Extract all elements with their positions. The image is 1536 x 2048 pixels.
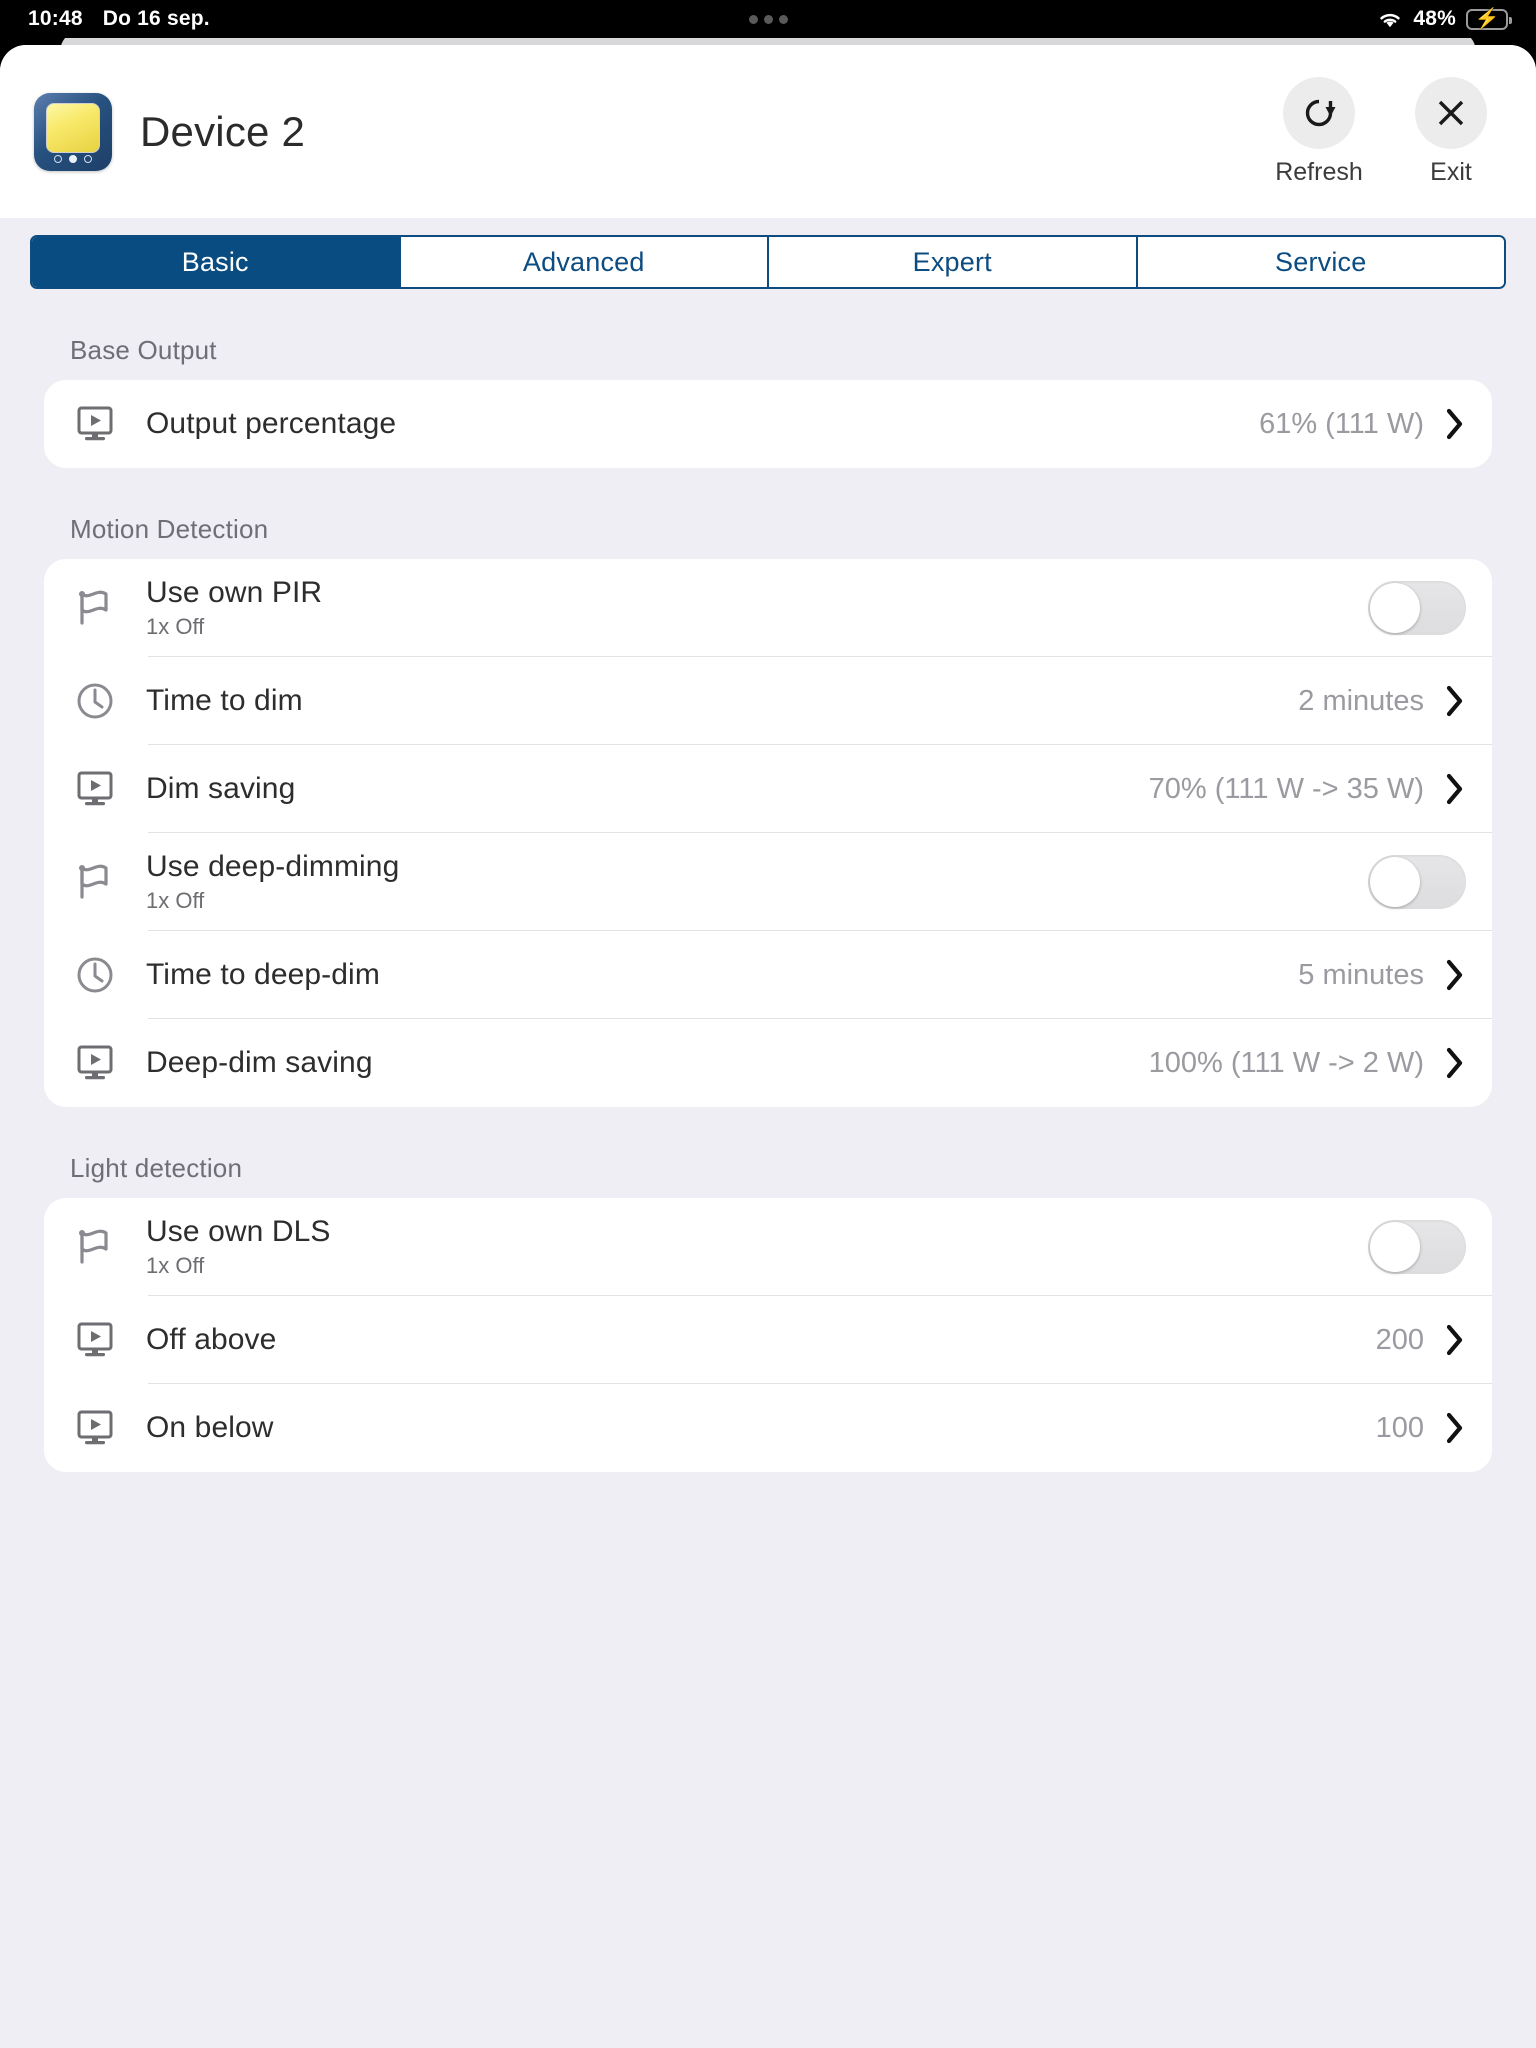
tab-advanced[interactable]: Advanced bbox=[400, 237, 769, 287]
row-value: 70% (111 W -> 35 W) bbox=[1148, 772, 1424, 805]
chevron-right-icon bbox=[1444, 772, 1466, 806]
chevron-right-icon bbox=[1444, 684, 1466, 718]
row-label: Dim saving bbox=[146, 772, 296, 805]
battery-charging-icon: ⚡ bbox=[1466, 8, 1512, 30]
row-label: Off above bbox=[146, 1323, 277, 1356]
settings-row[interactable]: Time to dim 2 minutes bbox=[44, 657, 1492, 745]
dynamic-island-dots-icon bbox=[748, 14, 788, 24]
flag-icon bbox=[74, 861, 146, 903]
row-subtitle: 1x Off bbox=[146, 1253, 205, 1278]
settings-row[interactable]: Use own PIR 1x Off bbox=[44, 559, 1492, 657]
row-label: Output percentage bbox=[146, 407, 397, 440]
row-label: On below bbox=[146, 1411, 274, 1444]
settings-card: Use own PIR 1x Off Time to dim 2 minutes Dim… bbox=[44, 559, 1492, 1107]
row-label: Deep-dim saving bbox=[146, 1046, 373, 1079]
settings-row[interactable]: Time to deep-dim 5 minutes bbox=[44, 931, 1492, 1019]
section-title: Motion Detection bbox=[70, 514, 269, 544]
monitor-play-icon bbox=[74, 1320, 146, 1360]
chevron-right-icon bbox=[1444, 1411, 1466, 1445]
wifi-icon bbox=[1377, 10, 1403, 29]
chevron-right-icon bbox=[1444, 407, 1466, 441]
row-value: 2 minutes bbox=[1298, 684, 1424, 717]
close-icon bbox=[1415, 76, 1487, 149]
clock-icon bbox=[74, 680, 146, 722]
settings-content: Base Output Output percentage 61% (111 W) M… bbox=[0, 335, 1536, 1472]
monitor-play-icon bbox=[74, 1043, 146, 1083]
status-bar: 10:48 Do 16 sep. 48% ⚡ bbox=[0, 0, 1536, 38]
page-title: Device 2 bbox=[140, 107, 306, 155]
row-label: Use own DLS bbox=[146, 1215, 331, 1248]
refresh-label: Refresh bbox=[1275, 157, 1363, 186]
row-value: 200 bbox=[1375, 1323, 1424, 1356]
monitor-play-icon bbox=[74, 1408, 146, 1448]
row-value: 61% (111 W) bbox=[1259, 407, 1424, 440]
section-title: Base Output bbox=[70, 335, 217, 365]
row-text: On below bbox=[146, 1411, 1376, 1445]
row-value: 100 bbox=[1375, 1411, 1424, 1444]
refresh-icon bbox=[1283, 76, 1355, 149]
settings-row[interactable]: Deep-dim saving 100% (111 W -> 2 W) bbox=[44, 1019, 1492, 1107]
row-value: 100% (111 W -> 2 W) bbox=[1148, 1046, 1424, 1079]
row-label: Time to dim bbox=[146, 684, 303, 717]
battery-percent-label: 48% bbox=[1413, 7, 1456, 30]
device-tile-icon bbox=[34, 92, 112, 171]
row-subtitle: 1x Off bbox=[146, 614, 205, 639]
chevron-right-icon bbox=[1444, 958, 1466, 992]
settings-row[interactable]: Use own DLS 1x Off bbox=[44, 1198, 1492, 1296]
app-header: Device 2 Refresh Exit bbox=[0, 45, 1536, 218]
row-text: Off above bbox=[146, 1323, 1376, 1357]
flag-icon bbox=[74, 1226, 146, 1268]
chevron-right-icon bbox=[1444, 1046, 1466, 1080]
row-text: Time to deep-dim bbox=[146, 958, 1298, 992]
toggle-switch[interactable] bbox=[1368, 581, 1466, 635]
row-value: 5 minutes bbox=[1298, 958, 1424, 991]
row-label: Use deep-dimming bbox=[146, 850, 400, 883]
section-title: Light detection bbox=[70, 1153, 243, 1183]
toggle-switch[interactable] bbox=[1368, 1220, 1466, 1274]
settings-row[interactable]: Dim saving 70% (111 W -> 35 W) bbox=[44, 745, 1492, 833]
flag-icon bbox=[74, 587, 146, 629]
toggle-switch[interactable] bbox=[1368, 855, 1466, 909]
row-subtitle: 1x Off bbox=[146, 888, 205, 913]
tab-expert[interactable]: Expert bbox=[769, 237, 1138, 287]
tab-basic[interactable]: Basic bbox=[32, 237, 401, 287]
monitor-play-icon bbox=[74, 769, 146, 809]
row-text: Dim saving bbox=[146, 772, 1149, 806]
row-text: Use deep-dimming 1x Off bbox=[146, 850, 1368, 914]
settings-row[interactable]: On below 100 bbox=[44, 1384, 1492, 1472]
refresh-button[interactable]: Refresh bbox=[1264, 76, 1374, 187]
exit-label: Exit bbox=[1430, 157, 1472, 186]
toggle-knob bbox=[1370, 1222, 1420, 1272]
exit-button[interactable]: Exit bbox=[1396, 76, 1506, 187]
monitor-play-icon bbox=[74, 404, 146, 444]
chevron-right-icon bbox=[1444, 1323, 1466, 1357]
app-window: Device 2 Refresh Exit Basic Advanced Exp… bbox=[0, 45, 1536, 2048]
row-label: Time to deep-dim bbox=[146, 958, 380, 991]
clock-icon bbox=[74, 954, 146, 996]
row-text: Use own DLS 1x Off bbox=[146, 1215, 1368, 1279]
tab-bar: Basic Advanced Expert Service bbox=[30, 235, 1506, 289]
row-text: Use own PIR 1x Off bbox=[146, 576, 1368, 640]
status-time: 10:48 bbox=[28, 7, 83, 30]
settings-row[interactable]: Use deep-dimming 1x Off bbox=[44, 833, 1492, 931]
status-date: Do 16 sep. bbox=[102, 7, 210, 30]
row-text: Deep-dim saving bbox=[146, 1046, 1149, 1080]
settings-card: Use own DLS 1x Off Off above 200 On below 100 bbox=[44, 1198, 1492, 1472]
row-text: Output percentage bbox=[146, 407, 1259, 441]
tab-service[interactable]: Service bbox=[1137, 237, 1504, 287]
toggle-knob bbox=[1370, 583, 1420, 633]
toggle-knob bbox=[1370, 857, 1420, 907]
settings-row[interactable]: Output percentage 61% (111 W) bbox=[44, 380, 1492, 468]
settings-card: Output percentage 61% (111 W) bbox=[44, 380, 1492, 468]
settings-row[interactable]: Off above 200 bbox=[44, 1296, 1492, 1384]
row-label: Use own PIR bbox=[146, 576, 323, 609]
row-text: Time to dim bbox=[146, 684, 1298, 718]
